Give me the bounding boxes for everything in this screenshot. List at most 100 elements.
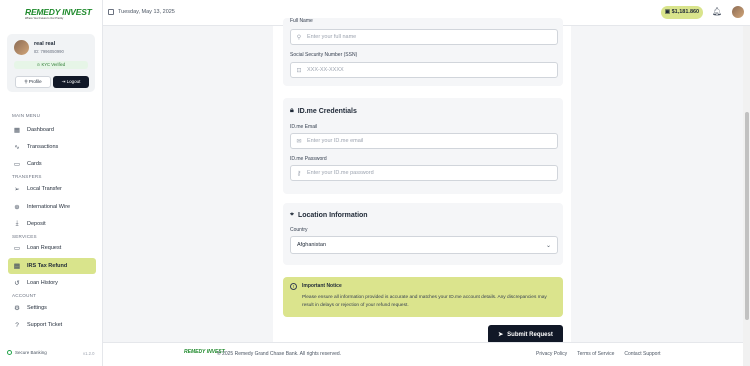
- idme-password-label: ID.me Password: [290, 156, 327, 162]
- balance-value: $1,181.860: [671, 9, 700, 15]
- app-version: v1.2.0: [83, 351, 95, 356]
- sidebar-item-label: Loan Request: [27, 245, 62, 251]
- copyright-text: © 2025 Remedy Grand Chase Bank. All righ…: [217, 351, 342, 357]
- sidebar-item-label: Support Ticket: [27, 322, 63, 328]
- sidebar-item-cards[interactable]: ▭ Cards: [8, 157, 96, 171]
- sidebar-item-label: Local Transfer: [27, 186, 62, 192]
- card-icon: ▭: [13, 161, 21, 168]
- idme-email-label: ID.me Email: [290, 124, 318, 130]
- sidebar-item-label: Dashboard: [27, 127, 54, 133]
- current-date: Tuesday, May 13, 2025: [108, 9, 175, 15]
- calendar-icon: [108, 9, 114, 15]
- brand-logo[interactable]: REMEDY INVEST Where Your Future Is Our P…: [25, 7, 92, 28]
- sidebar-item-deposit[interactable]: ⤓ Deposit: [8, 217, 96, 231]
- personal-info-card: Full Name ⚲ Enter your full name Social S…: [283, 18, 563, 86]
- sidebar: REMEDY INVEST Where Your Future Is Our P…: [0, 0, 103, 366]
- location-info-card: ⌖ Location Information Country Afghanista…: [283, 203, 563, 265]
- sidebar-item-label: Settings: [27, 305, 47, 311]
- idme-password-input[interactable]: ⚷ Enter your ID.me password: [290, 165, 558, 181]
- sidebar-item-loan-history[interactable]: ↺ Loan History: [8, 276, 96, 290]
- info-icon: !: [290, 283, 297, 290]
- date-text: Tuesday, May 13, 2025: [118, 9, 175, 15]
- sidebar-item-label: Loan History: [27, 280, 58, 286]
- sidebar-item-transactions[interactable]: ∿ Transactions: [8, 140, 96, 154]
- country-value: Afghanistan: [297, 242, 327, 248]
- sidebar-item-dashboard[interactable]: ▦ Dashboard: [8, 123, 96, 137]
- privacy-policy-link[interactable]: Privacy Policy: [536, 351, 567, 357]
- chevron-down-icon: ⌄: [545, 242, 551, 249]
- sidebar-item-settings[interactable]: ⚙ Settings: [8, 301, 96, 315]
- map-pin-icon: ⌖: [290, 211, 294, 218]
- notice-text: Please ensure all information provided i…: [302, 295, 547, 308]
- send-icon: ➢: [14, 186, 20, 193]
- section-transfers: TRANSFERS: [12, 174, 42, 179]
- balance-badge[interactable]: ▣ $1,181.860: [661, 6, 703, 19]
- idme-email-input[interactable]: ✉ Enter your ID.me email: [290, 133, 558, 149]
- irs-refund-form: Full Name ⚲ Enter your full name Social S…: [273, 18, 571, 344]
- idme-password-placeholder: Enter your ID.me password: [307, 170, 374, 176]
- sidebar-item-label: International Wire: [27, 204, 71, 210]
- wallet-icon: ▣: [664, 9, 672, 15]
- logout-button[interactable]: ⇥ Logout: [53, 76, 89, 88]
- lock-icon: ⊡: [296, 67, 302, 74]
- secure-banking-status: Secure Banking: [7, 350, 47, 355]
- country-select[interactable]: Afghanistan ⌄: [290, 236, 558, 254]
- user-id: ID: 7996050990: [34, 49, 64, 54]
- kyc-label: KYC Verified: [41, 62, 66, 67]
- logout-label: Logout: [66, 79, 81, 84]
- lock-icon: 🔒︎: [290, 107, 294, 114]
- sidebar-item-label: Transactions: [27, 144, 59, 150]
- brand-tagline: Where Your Future Is Our Priority: [25, 17, 64, 20]
- shield-icon: [7, 350, 12, 355]
- sidebar-item-irs-tax-refund[interactable]: ▤ IRS Tax Refund: [8, 258, 96, 274]
- grid-icon: ▦: [13, 127, 21, 134]
- section-account: ACCOUNT: [12, 293, 37, 298]
- sidebar-item-support-ticket[interactable]: ? Support Ticket: [8, 318, 96, 332]
- idme-title-text: ID.me Credentials: [297, 107, 357, 115]
- location-title-text: Location Information: [297, 211, 368, 219]
- user-icon: ⚲: [296, 34, 302, 41]
- full-name-label: Full Name: [290, 18, 313, 24]
- sidebar-item-label: IRS Tax Refund: [27, 263, 68, 269]
- brand-name: REMEDY INVEST: [25, 7, 92, 17]
- full-name-placeholder: Enter your full name: [307, 34, 357, 40]
- terms-of-service-link[interactable]: Terms of Service: [577, 351, 614, 357]
- globe-icon: ⊕: [14, 204, 20, 211]
- section-main-menu: MAIN MENU: [12, 113, 41, 118]
- history-icon: ↺: [14, 280, 20, 287]
- sidebar-item-label: Deposit: [27, 221, 46, 227]
- idme-credentials-card: 🔒︎ ID.me Credentials ID.me Email ✉ Enter y…: [283, 98, 563, 194]
- profile-label: Profile: [28, 79, 42, 84]
- loan-icon: ▭: [13, 245, 21, 252]
- ssn-label: Social Security Number (SSN): [290, 52, 358, 58]
- avatar[interactable]: [732, 6, 744, 18]
- download-icon: ⤓: [15, 220, 19, 227]
- scrollbar-thumb[interactable]: [745, 112, 749, 320]
- ssn-placeholder: XXX-XX-XXXX: [307, 67, 344, 73]
- submit-label: Submit Request: [507, 331, 553, 338]
- sidebar-item-loan-request[interactable]: ▭ Loan Request: [8, 241, 96, 255]
- secure-label: Secure Banking: [15, 350, 47, 355]
- important-notice: ! Important Notice Please ensure all inf…: [283, 277, 563, 317]
- contact-support-link[interactable]: Contact Support: [624, 351, 660, 357]
- idme-title: 🔒︎ ID.me Credentials: [290, 107, 357, 115]
- ssn-input[interactable]: ⊡ XXX-XX-XXXX: [290, 62, 558, 78]
- avatar: [14, 40, 29, 55]
- footer: REMEDY INVEST © 2025 Remedy Grand Chase …: [103, 342, 743, 366]
- mail-icon: ✉: [296, 138, 302, 145]
- kyc-badge: ⊙ KYC Verified: [14, 61, 88, 69]
- document-icon: ▤: [13, 263, 21, 270]
- sidebar-item-international-wire[interactable]: ⊕ International Wire: [8, 200, 96, 214]
- section-services: SERVICES: [12, 234, 37, 239]
- activity-icon: ∿: [14, 144, 20, 151]
- idme-email-placeholder: Enter your ID.me email: [307, 138, 364, 144]
- gear-icon: ⚙: [14, 305, 20, 312]
- sidebar-item-local-transfer[interactable]: ➢ Local Transfer: [8, 182, 96, 196]
- profile-button[interactable]: ⚲ Profile: [15, 76, 51, 88]
- help-icon: ?: [15, 321, 19, 329]
- sidebar-item-label: Cards: [27, 161, 42, 167]
- user-name: real real: [34, 41, 56, 47]
- full-name-input[interactable]: ⚲ Enter your full name: [290, 29, 558, 45]
- bell-icon[interactable]: 🔔︎: [712, 7, 722, 16]
- country-label: Country: [290, 227, 308, 233]
